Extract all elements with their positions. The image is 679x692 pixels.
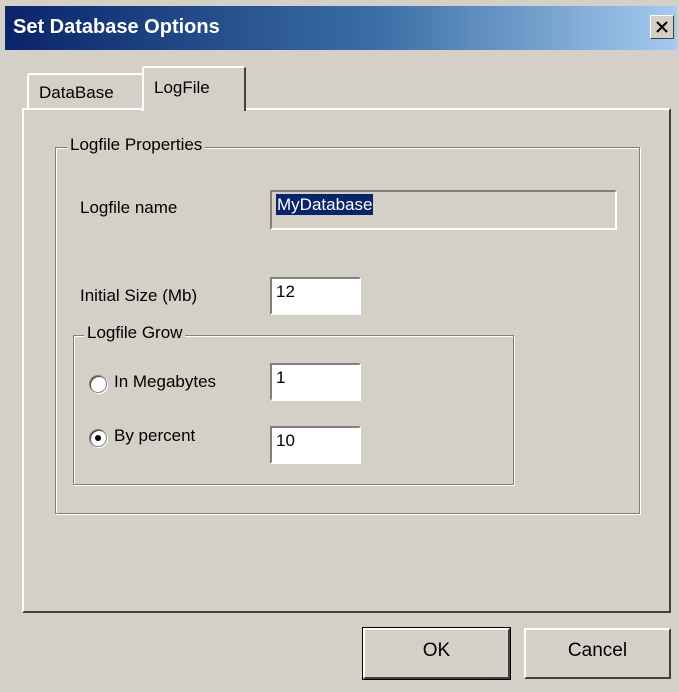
initial-size-label: Initial Size (Mb) xyxy=(80,286,198,305)
ok-button[interactable]: OK xyxy=(362,627,511,680)
logfile-name-field[interactable]: MyDatabase xyxy=(270,190,617,230)
close-icon xyxy=(656,21,668,33)
initial-size-field[interactable]: 12 xyxy=(270,277,361,315)
by-percent-radio[interactable] xyxy=(89,429,107,447)
logfile-properties-label: Logfile Properties xyxy=(67,135,206,155)
percent-field[interactable]: 10 xyxy=(270,426,361,464)
window-title: Set Database Options xyxy=(13,16,220,38)
in-megabytes-label[interactable]: In Megabytes xyxy=(114,372,216,392)
by-percent-label[interactable]: By percent xyxy=(114,426,195,446)
cancel-button[interactable]: Cancel xyxy=(524,628,671,679)
title-bar[interactable]: Set Database Options xyxy=(5,6,677,50)
set-database-options-dialog: Set Database Options DataBase LogFile Lo… xyxy=(0,0,679,692)
logfile-name-label: Logfile name xyxy=(80,198,178,217)
tab-database-label: DataBase xyxy=(39,83,114,102)
close-button[interactable] xyxy=(650,15,674,39)
in-megabytes-radio[interactable] xyxy=(89,375,107,393)
logfile-tab-panel: Logfile Properties Logfile name MyDataba… xyxy=(22,108,671,613)
tab-logfile[interactable]: LogFile xyxy=(142,66,246,111)
megabytes-field[interactable]: 1 xyxy=(270,363,361,401)
logfile-name-value: MyDatabase xyxy=(276,194,374,215)
tab-logfile-label: LogFile xyxy=(154,78,210,97)
logfile-grow-label: Logfile Grow xyxy=(84,323,186,343)
radio-selected-dot xyxy=(95,435,101,441)
tab-database[interactable]: DataBase xyxy=(27,73,145,109)
